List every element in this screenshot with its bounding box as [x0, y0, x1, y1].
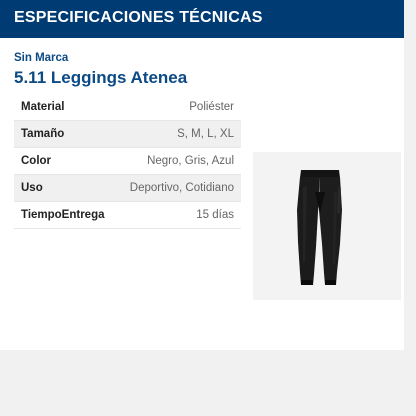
spec-label: Material [21, 101, 65, 113]
product-title: 5.11 Leggings Atenea [14, 68, 188, 87]
spec-label: Uso [21, 182, 43, 194]
product-brand: Sin Marca [14, 52, 69, 64]
specs-card: ESPECIFICACIONES TÉCNICAS Sin Marca 5.11… [0, 0, 404, 350]
spec-row-size: Tamaño S, M, L, XL [14, 121, 241, 148]
spec-label: Tamaño [21, 128, 65, 140]
spec-row-color: Color Negro, Gris, Azul [14, 148, 241, 175]
product-image[interactable] [253, 152, 401, 300]
spec-row-material: Material Poliéster [14, 94, 241, 121]
specs-table: Material Poliéster Tamaño S, M, L, XL Co… [14, 94, 241, 229]
spec-value: S, M, L, XL [177, 128, 234, 140]
specs-header: ESPECIFICACIONES TÉCNICAS [0, 0, 404, 38]
spec-row-use: Uso Deportivo, Cotidiano [14, 175, 241, 202]
spec-value: Negro, Gris, Azul [147, 155, 234, 167]
spec-value: 15 días [196, 209, 234, 221]
spec-label: TiempoEntrega [21, 209, 105, 221]
header-title: ESPECIFICACIONES TÉCNICAS [14, 9, 263, 26]
leggings-icon [297, 170, 342, 285]
spec-value: Deportivo, Cotidiano [129, 182, 234, 194]
spec-value: Poliéster [189, 101, 234, 113]
spec-label: Color [21, 155, 52, 167]
spec-row-delivery-time: TiempoEntrega 15 días [14, 202, 241, 229]
